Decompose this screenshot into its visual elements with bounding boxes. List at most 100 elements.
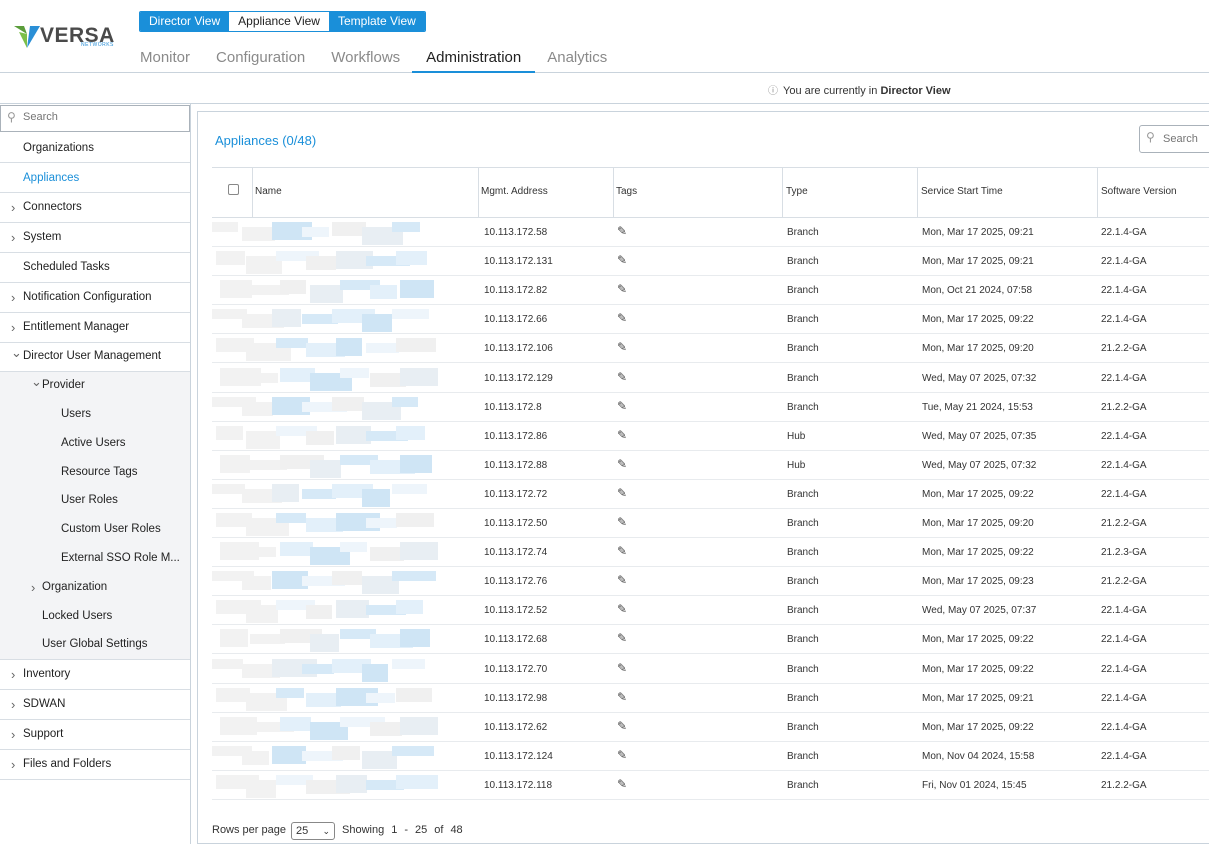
redacted-name-cell[interactable]: [212, 684, 438, 713]
table-row[interactable]: 10.113.172.76 ✎ Branch Mon, Mar 17 2025, 09…: [212, 567, 1209, 597]
edit-tags-icon[interactable]: ✎: [617, 340, 627, 354]
table-row[interactable]: 10.113.172.66 ✎ Branch Mon, Mar 17 2025, 09…: [212, 305, 1209, 335]
redacted-name-cell[interactable]: [212, 451, 438, 480]
redacted-name-cell[interactable]: [212, 625, 438, 654]
chevron-right-icon[interactable]: ›: [11, 230, 15, 245]
edit-tags-icon[interactable]: ✎: [617, 311, 627, 325]
table-row[interactable]: 10.113.172.68 ✎ Branch Mon, Mar 17 2025, 09…: [212, 625, 1209, 655]
table-row[interactable]: 10.113.172.70 ✎ Branch Mon, Mar 17 2025, 09…: [212, 655, 1209, 684]
redacted-name-cell[interactable]: [212, 218, 438, 247]
sidebar-item-user-roles[interactable]: User Roles: [0, 492, 190, 510]
redacted-name-cell[interactable]: [212, 247, 438, 276]
chevron-down-icon[interactable]: ⌄: [31, 374, 42, 390]
tab-analytics[interactable]: Analytics: [547, 46, 607, 73]
sidebar-item-external-sso-role-m[interactable]: External SSO Role M...: [0, 550, 190, 568]
tab-monitor[interactable]: Monitor: [140, 46, 190, 73]
sidebar-item-organization[interactable]: › Organization: [0, 579, 190, 597]
edit-tags-icon[interactable]: ✎: [617, 573, 627, 587]
edit-tags-icon[interactable]: ✎: [617, 748, 627, 762]
sidebar-item-director-user-management[interactable]: ⌄ Director User Management: [0, 345, 190, 366]
tab-administration[interactable]: Administration: [412, 46, 536, 73]
redacted-name-cell[interactable]: [212, 567, 438, 596]
column-header-type[interactable]: Type: [786, 186, 808, 197]
edit-tags-icon[interactable]: ✎: [617, 224, 627, 238]
chevron-right-icon[interactable]: ›: [11, 697, 15, 712]
redacted-name-cell[interactable]: [212, 334, 438, 363]
versa-logo[interactable]: VERSA NETWORKS: [14, 22, 114, 52]
table-row[interactable]: 10.113.172.129 ✎ Branch Wed, May 07 2025, 0…: [212, 364, 1209, 393]
table-row[interactable]: 10.113.172.74 ✎ Branch Mon, Mar 17 2025, 09…: [212, 538, 1209, 568]
edit-tags-icon[interactable]: ✎: [617, 428, 627, 442]
select-all-checkbox[interactable]: [228, 184, 239, 195]
redacted-name-cell[interactable]: [212, 713, 438, 742]
redacted-name-cell[interactable]: [212, 742, 438, 771]
redacted-name-cell[interactable]: [212, 655, 438, 684]
sidebar-item-resource-tags[interactable]: Resource Tags: [0, 464, 190, 482]
sidebar-item-connectors[interactable]: › Connectors: [0, 199, 190, 217]
edit-tags-icon[interactable]: ✎: [617, 631, 627, 645]
sidebar-item-appliances[interactable]: Appliances: [0, 170, 190, 188]
sidebar-item-inventory[interactable]: › Inventory: [0, 666, 190, 684]
sidebar-item-notification-configuration[interactable]: › Notification Configuration: [0, 289, 190, 307]
redacted-name-cell[interactable]: [212, 393, 438, 422]
redacted-name-cell[interactable]: [212, 596, 438, 625]
column-header-name[interactable]: Name: [255, 186, 282, 197]
edit-tags-icon[interactable]: ✎: [617, 457, 627, 471]
sidebar-search[interactable]: ⚲: [0, 105, 190, 132]
sidebar-item-scheduled-tasks[interactable]: Scheduled Tasks: [0, 259, 190, 277]
view-template-view-button[interactable]: Template View: [328, 12, 425, 31]
table-row[interactable]: 10.113.172.82 ✎ Branch Mon, Oct 21 2024, 07…: [212, 276, 1209, 306]
chevron-right-icon[interactable]: ›: [31, 580, 35, 595]
chevron-right-icon[interactable]: ›: [11, 667, 15, 682]
chevron-right-icon[interactable]: ›: [11, 290, 15, 305]
edit-tags-icon[interactable]: ✎: [617, 777, 627, 791]
redacted-name-cell[interactable]: [212, 276, 438, 305]
column-header-tags[interactable]: Tags: [616, 186, 637, 197]
edit-tags-icon[interactable]: ✎: [617, 602, 627, 616]
rows-per-page-select[interactable]: 25 ⌄: [291, 822, 335, 840]
sidebar-item-users[interactable]: Users: [0, 406, 190, 424]
sidebar-item-active-users[interactable]: Active Users: [0, 435, 190, 453]
redacted-name-cell[interactable]: [212, 422, 438, 451]
sidebar-item-system[interactable]: › System: [0, 229, 190, 247]
redacted-name-cell[interactable]: [212, 538, 438, 567]
table-row[interactable]: 10.113.172.62 ✎ Branch Mon, Mar 17 2025, 09…: [212, 713, 1209, 742]
redacted-name-cell[interactable]: [212, 305, 438, 334]
table-row[interactable]: 10.113.172.50 ✎ Branch Mon, Mar 17 2025, 09…: [212, 509, 1209, 538]
table-search[interactable]: ⚲: [1139, 125, 1209, 153]
edit-tags-icon[interactable]: ✎: [617, 282, 627, 296]
sidebar-item-sdwan[interactable]: › SDWAN: [0, 696, 190, 714]
sidebar-search-input[interactable]: [23, 111, 183, 123]
sidebar-item-custom-user-roles[interactable]: Custom User Roles: [0, 521, 190, 539]
table-search-input[interactable]: [1163, 133, 1209, 145]
view-appliance-view-button[interactable]: Appliance View: [229, 12, 329, 31]
view-director-view-button[interactable]: Director View: [140, 12, 230, 31]
chevron-right-icon[interactable]: ›: [11, 727, 15, 742]
table-row[interactable]: 10.113.172.131 ✎ Branch Mon, Mar 17 2025, 0…: [212, 247, 1209, 277]
chevron-right-icon[interactable]: ›: [11, 200, 15, 215]
table-row[interactable]: 10.113.172.98 ✎ Branch Mon, Mar 17 2025, 09…: [212, 684, 1209, 713]
column-header-mgmt-address[interactable]: Mgmt. Address: [481, 186, 548, 197]
edit-tags-icon[interactable]: ✎: [617, 253, 627, 267]
table-row[interactable]: 10.113.172.52 ✎ Branch Wed, May 07 2025, 07…: [212, 596, 1209, 626]
table-row[interactable]: 10.113.172.124 ✎ Branch Mon, Nov 04 2024, 1…: [212, 742, 1209, 771]
table-row[interactable]: 10.113.172.106 ✎ Branch Mon, Mar 17 2025, 0…: [212, 334, 1209, 364]
edit-tags-icon[interactable]: ✎: [617, 515, 627, 529]
table-row[interactable]: 10.113.172.118 ✎ Branch Fri, Nov 01 2024, 1…: [212, 771, 1209, 800]
sidebar-item-user-global-settings[interactable]: User Global Settings: [0, 636, 190, 654]
table-row[interactable]: 10.113.172.58 ✎ Branch Mon, Mar 17 2025, 09…: [212, 218, 1209, 247]
chevron-down-icon[interactable]: ⌄: [11, 345, 22, 361]
redacted-name-cell[interactable]: [212, 364, 438, 393]
tab-configuration[interactable]: Configuration: [216, 46, 305, 73]
redacted-name-cell[interactable]: [212, 480, 438, 509]
table-row[interactable]: 10.113.172.8 ✎ Branch Tue, May 21 2024, 15:…: [212, 393, 1209, 422]
tab-workflows[interactable]: Workflows: [331, 46, 400, 73]
table-row[interactable]: 10.113.172.72 ✎ Branch Mon, Mar 17 2025, 09…: [212, 480, 1209, 509]
sidebar-item-organizations[interactable]: Organizations: [0, 140, 190, 158]
sidebar-item-locked-users[interactable]: Locked Users: [0, 608, 190, 626]
redacted-name-cell[interactable]: [212, 509, 438, 538]
column-header-service-start-time[interactable]: Service Start Time: [921, 186, 1003, 197]
sidebar-item-files-and-folders[interactable]: › Files and Folders: [0, 756, 190, 774]
edit-tags-icon[interactable]: ✎: [617, 370, 627, 384]
edit-tags-icon[interactable]: ✎: [617, 690, 627, 704]
